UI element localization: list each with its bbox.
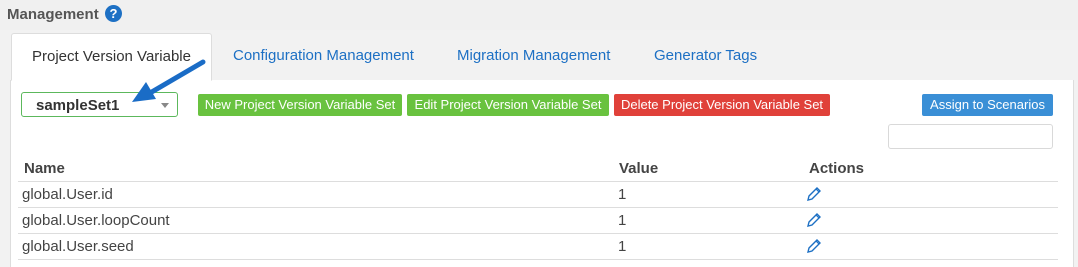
row-value: 1 — [618, 238, 627, 255]
row-value: 1 — [618, 186, 627, 203]
annotation-arrow-icon — [132, 59, 206, 102]
pencil-icon[interactable] — [806, 212, 822, 228]
row-name: global.User.loopCount — [22, 212, 170, 229]
tab-generator-tags[interactable]: Generator Tags — [634, 33, 777, 80]
row-value: 1 — [618, 212, 627, 229]
column-header-name: Name — [24, 160, 65, 177]
header-bar — [0, 0, 1078, 30]
column-header-actions: Actions — [809, 160, 865, 177]
row-divider — [18, 259, 1058, 260]
row-divider — [18, 207, 1058, 208]
table-header-divider — [18, 181, 1058, 182]
column-header-value: Value — [619, 160, 659, 177]
row-divider — [18, 233, 1058, 234]
tab-configuration-management[interactable]: Configuration Management — [213, 33, 434, 80]
row-name: global.User.seed — [22, 238, 134, 255]
delete-variable-set-button[interactable]: Delete Project Version Variable Set — [614, 94, 830, 116]
tab-migration-management[interactable]: Migration Management — [437, 33, 630, 80]
new-variable-set-button[interactable]: New Project Version Variable Set — [198, 94, 402, 116]
page-title: Management — [7, 6, 99, 23]
variable-set-select-value: sampleSet1 — [36, 97, 120, 114]
question-circle-icon[interactable]: ? — [105, 5, 122, 22]
edit-variable-set-button[interactable]: Edit Project Version Variable Set — [407, 94, 609, 116]
pencil-icon[interactable] — [806, 186, 822, 202]
search-input[interactable] — [888, 124, 1053, 149]
row-name: global.User.id — [22, 186, 113, 203]
assign-to-scenarios-button[interactable]: Assign to Scenarios — [922, 94, 1053, 116]
pencil-icon[interactable] — [806, 238, 822, 254]
